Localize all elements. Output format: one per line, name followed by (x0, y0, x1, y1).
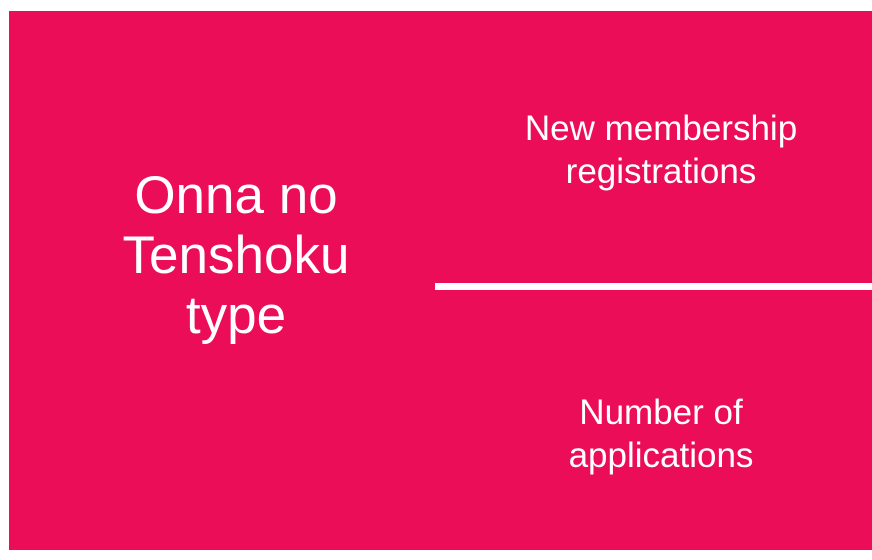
slide-title: Onna no Tenshoku type (51, 166, 421, 346)
metric-label-line: New membership (524, 109, 798, 148)
metric-applications: Number of applications (461, 391, 861, 477)
metric-label-line: registrations (565, 152, 757, 191)
divider-line (435, 283, 872, 290)
metric-label-line: applications (568, 436, 754, 475)
slide-title-line: Tenshoku (122, 226, 350, 285)
metric-label-line: Number of (579, 393, 743, 432)
slide-panel: Onna no Tenshoku type New membership reg… (9, 11, 872, 550)
metric-new-membership: New membership registrations (461, 107, 861, 193)
slide-title-line: type (185, 286, 287, 345)
slide-title-line: Onna no (134, 166, 338, 225)
